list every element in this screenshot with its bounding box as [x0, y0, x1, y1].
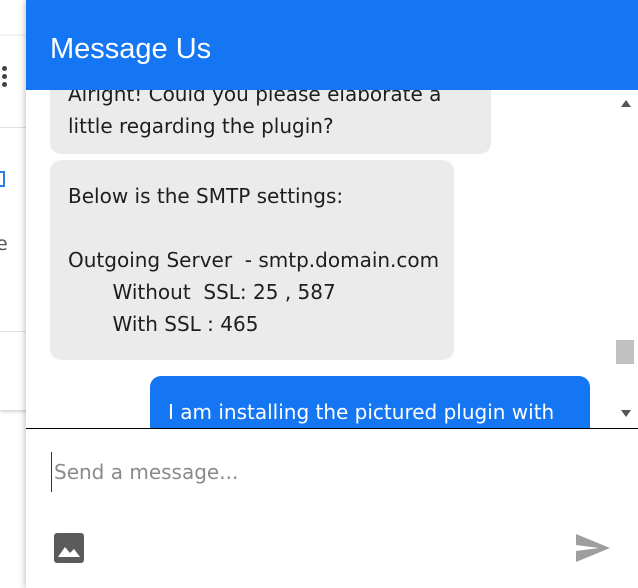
message-input[interactable]	[51, 452, 594, 492]
kebab-menu-icon[interactable]	[2, 66, 8, 90]
send-button[interactable]	[574, 532, 612, 564]
arrow-down-icon	[621, 410, 631, 417]
image-icon	[54, 533, 84, 563]
composer-divider	[26, 428, 638, 429]
scroll-thumb[interactable]	[616, 340, 634, 364]
external-link-icon[interactable]	[0, 171, 5, 187]
message-scrollbar[interactable]	[614, 90, 638, 428]
message-bubble-agent: Below is the SMTP settings: Outgoing Ser…	[50, 160, 454, 360]
arrow-up-icon	[621, 100, 631, 107]
message-list[interactable]: Alright! Could you please elaborate a li…	[26, 90, 638, 428]
send-icon	[576, 534, 610, 562]
chat-title: Message Us	[50, 33, 212, 65]
scroll-down-button[interactable]	[614, 404, 638, 424]
chat-widget: Message Us Alright! Could you please ela…	[26, 0, 638, 588]
message-bubble-user: I am installing the pictured plugin with	[150, 376, 590, 428]
scroll-up-button[interactable]	[614, 94, 638, 114]
message-bubble-agent: Alright! Could you please elaborate a li…	[50, 90, 491, 154]
chat-header: Message Us	[26, 0, 638, 90]
attach-image-button[interactable]	[53, 532, 85, 564]
background-text-fragment: e	[0, 233, 8, 255]
